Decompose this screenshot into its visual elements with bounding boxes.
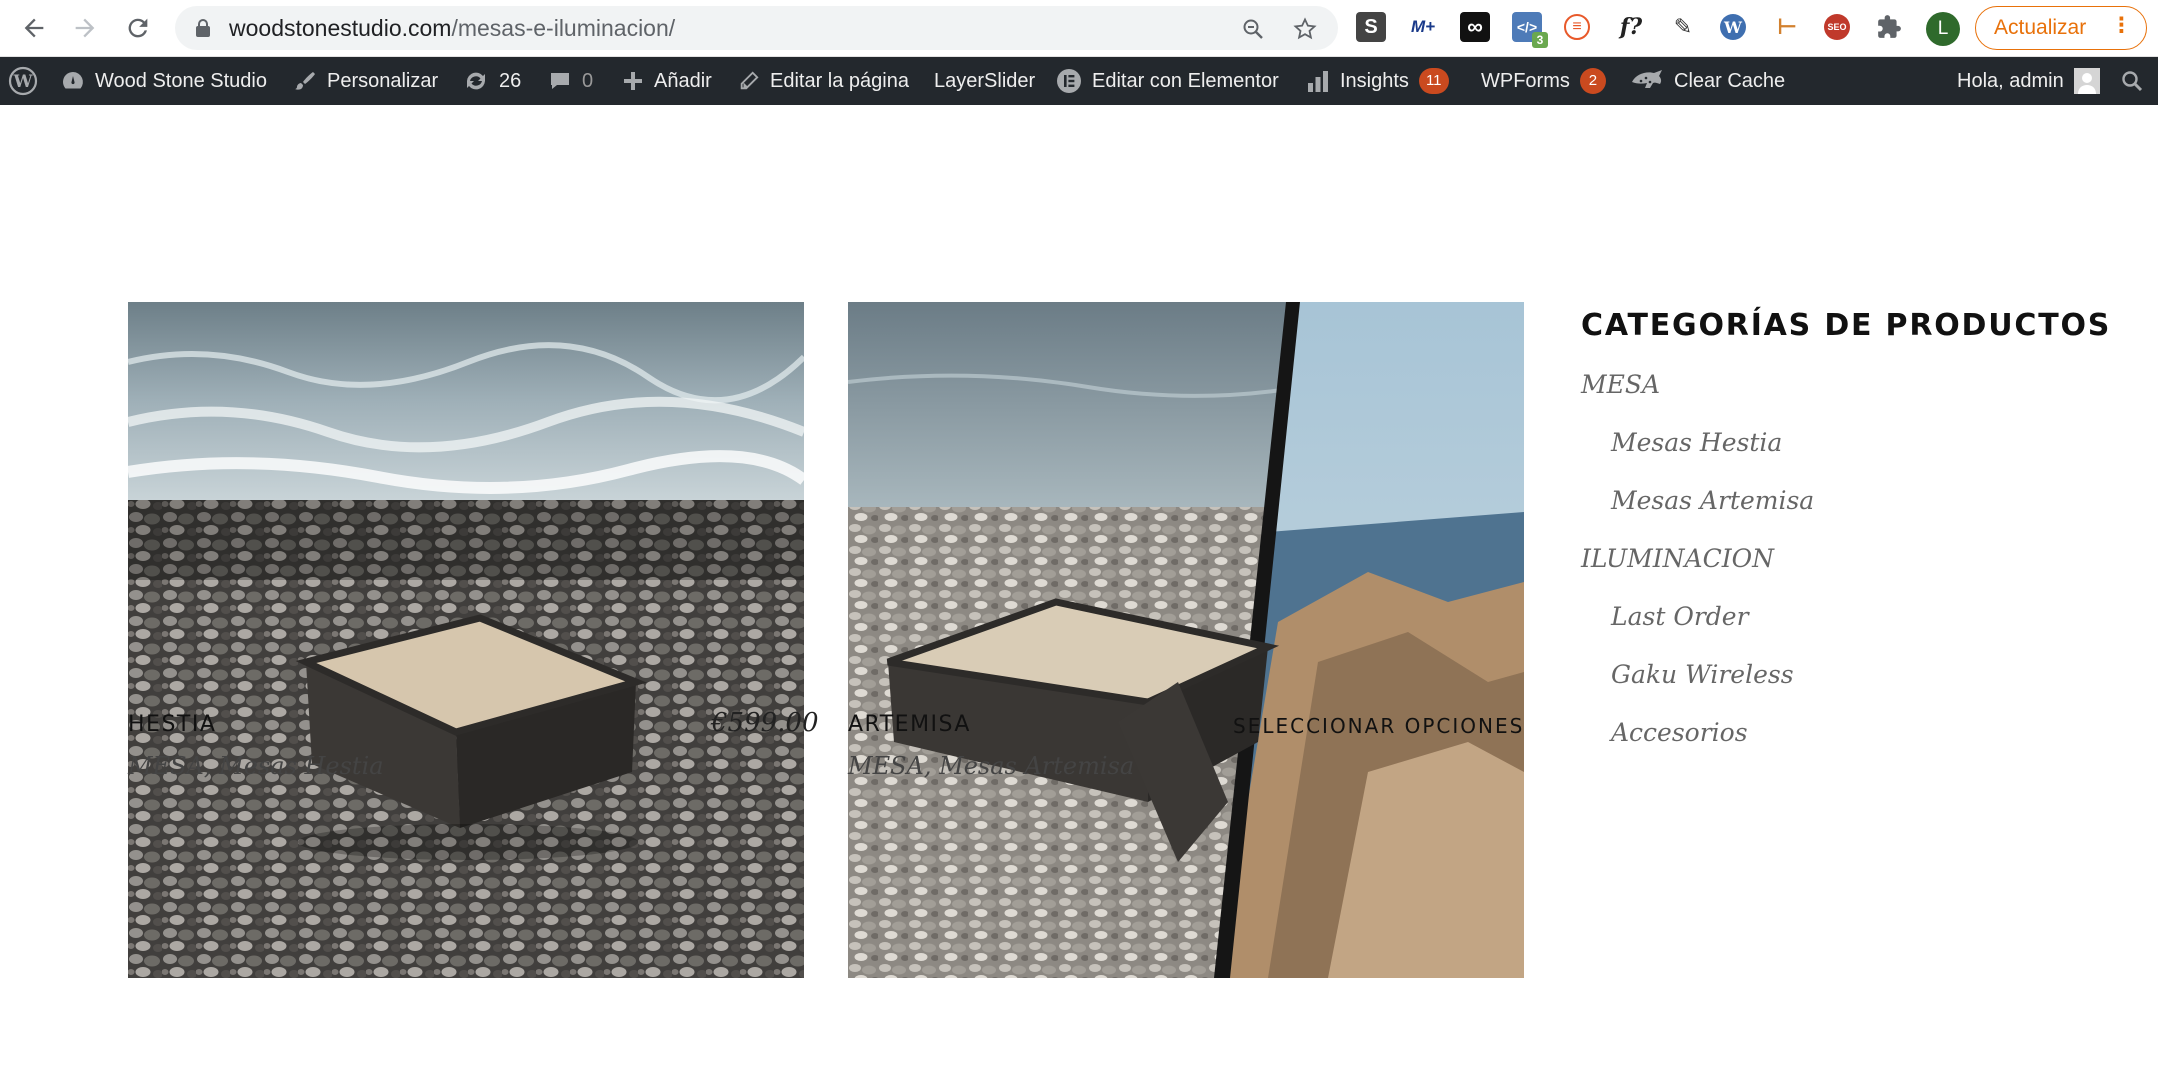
url-path: /mesas-e-iluminacion/ [451,15,676,41]
category-link-last-order[interactable]: Last Order [1581,597,2101,655]
wp-clear-cache[interactable]: Clear Cache [1630,57,1785,105]
artemisa-table-mirror-photo [848,302,1524,978]
category-link-mesas-hestia[interactable]: Mesas Hestia [1581,423,2101,481]
plus-icon [624,72,642,90]
extension-code-icon[interactable]: </> 3 [1512,12,1548,48]
product-name-hestia[interactable]: HESTIA [128,712,216,737]
extension-ruler-icon[interactable]: ⊢ [1772,12,1802,42]
wpforms-label: WPForms [1481,70,1570,92]
pencil-icon [740,71,759,90]
wp-search[interactable] [2120,57,2144,105]
menu-dots-icon: ⋮ [2111,14,2132,37]
widget-title: CATEGORÍAS DE PRODUCTOS [1581,308,2112,343]
extension-badge: 3 [1532,32,1548,48]
dashboard-gauge-icon [63,72,83,89]
wp-wpforms[interactable]: WPForms 2 [1481,57,1606,105]
wp-site-name[interactable]: Wood Stone Studio [61,57,267,105]
product-card-hestia[interactable] [128,302,804,978]
product-name-artemisa[interactable]: ARTEMISA [848,712,971,737]
updates-count: 26 [499,70,522,92]
edit-page-label: Editar la página [770,70,909,92]
wp-customize[interactable]: Personalizar [293,57,438,105]
comments-count: 0 [582,70,594,92]
category-link-accesorios[interactable]: Accesorios [1581,713,2101,771]
wp-admin-bar: W Wood Stone Studio Personalizar 26 0 Añ… [0,57,2158,105]
extension-moz-icon[interactable]: M+ [1408,12,1438,42]
update-button[interactable]: Actualizar ⋮ [1975,6,2147,50]
new-label: Añadir [654,70,712,92]
insights-label: Insights [1340,70,1409,92]
update-label: Actualizar [1994,16,2087,39]
wp-account[interactable]: Hola, admin [1957,57,2100,105]
url-text[interactable]: woodstonestudio.com/mesas-e-iluminacion/ [229,6,675,50]
extension-seo-icon[interactable]: SEO [1824,14,1850,40]
clear-cache-label: Clear Cache [1674,70,1786,92]
reload-icon [128,18,148,38]
category-link-iluminacion[interactable]: ILUMINACION [1581,539,2101,597]
product-image-artemisa[interactable] [848,302,1524,978]
wp-elementor[interactable]: Editar con Elementor [1056,57,1279,105]
wp-insights[interactable]: Insights 11 [1306,57,1449,105]
user-avatar-icon [2073,68,2100,94]
extension-feed-icon[interactable]: ≡ [1564,14,1590,40]
arrow-right-icon [75,18,95,38]
back-button[interactable] [20,14,48,42]
insights-count-badge: 11 [1418,68,1449,94]
category-link-mesa[interactable]: MESA [1581,365,2101,423]
greeting-label: Hola, admin [1957,70,2064,92]
product-categories-hestia[interactable]: MESA, Mesas Hestia [128,752,384,780]
product-image-hestia[interactable] [128,302,804,978]
wp-new-content[interactable]: Añadir [622,57,712,105]
bar-chart-icon [1308,71,1328,92]
extension-eyedropper-icon[interactable]: ✎ [1668,12,1698,42]
product-categories-widget: CATEGORÍAS DE PRODUCTOS MESA Mesas Hesti… [1581,302,2112,771]
select-options-button[interactable]: SELECCIONAR OPCIONES [1233,714,1524,738]
extension-wordpress-icon[interactable]: W [1720,14,1746,40]
customize-label: Personalizar [327,70,439,92]
comment-bubble-icon [551,73,569,89]
extensions-puzzle-icon[interactable] [1876,14,1902,40]
product-price-hestia: €599.00 [711,708,819,738]
category-link-gaku-wireless[interactable]: Gaku Wireless [1581,655,2101,713]
extension-infinity-icon[interactable]: ∞ [1460,12,1490,42]
wp-comments[interactable]: 0 [548,57,593,105]
layerslider-label: LayerSlider [934,70,1036,92]
category-link-mesas-artemisa[interactable]: Mesas Artemisa [1581,481,2101,539]
browser-toolbar: woodstonestudio.com/mesas-e-iluminacion/… [0,0,2158,57]
product-card-artemisa[interactable] [848,302,1524,978]
updates-refresh-icon [467,72,485,90]
wp-logo-menu[interactable]: W [8,57,38,105]
zoom-icon[interactable] [1241,17,1265,41]
wp-edit-page[interactable]: Editar la página [738,57,909,105]
bookmark-star-icon[interactable] [1293,17,1317,41]
profile-avatar[interactable]: L [1926,12,1960,46]
arrow-left-icon [24,18,44,38]
category-list: MESA Mesas Hestia Mesas Artemisa ILUMINA… [1581,365,2101,771]
lock-icon [196,19,210,37]
product-categories-artemisa[interactable]: MESA, Mesas Artemisa [848,752,1134,780]
wp-layerslider[interactable]: LayerSlider [934,57,1035,105]
site-name-label: Wood Stone Studio [95,70,267,92]
extension-font-icon[interactable]: f? [1616,12,1646,42]
wp-updates[interactable]: 26 [463,57,521,105]
wordpress-logo-icon: W [8,66,38,96]
brush-icon [295,72,315,90]
elementor-icon [1057,69,1081,93]
svg-text:W: W [12,72,33,92]
address-bar[interactable]: woodstonestudio.com/mesas-e-iluminacion/ [175,6,1338,50]
forward-button[interactable] [71,14,99,42]
extension-s-icon[interactable]: S [1356,12,1386,42]
reload-button[interactable] [124,14,152,42]
cheetah-icon [1632,70,1662,88]
hestia-table-on-pebbles-photo [128,302,804,978]
elementor-label: Editar con Elementor [1092,70,1279,92]
search-icon [2122,71,2143,92]
wpforms-count-badge: 2 [1579,68,1606,94]
url-domain: woodstonestudio.com [229,15,452,41]
